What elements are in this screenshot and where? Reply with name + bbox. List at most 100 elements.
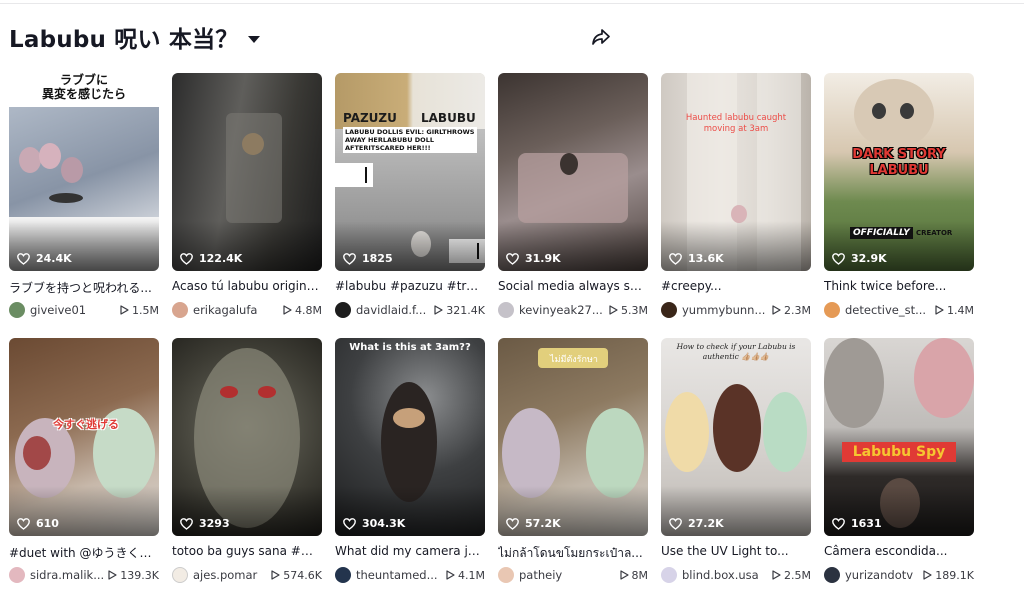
video-card[interactable]: 3293 totoo ba guys sana #m... ajes.pomar… <box>172 338 322 595</box>
avatar[interactable] <box>824 302 840 318</box>
like-count: 610 <box>17 517 59 530</box>
video-description[interactable]: ไม่กล้าโดนขโมยกระเป๋าล... <box>498 544 648 563</box>
caret-down-icon[interactable] <box>248 35 261 43</box>
like-count-value: 31.9K <box>525 252 561 265</box>
video-thumbnail[interactable]: ไม่มีตังรักษา 57.2K <box>498 338 648 536</box>
play-count-value: 139.3K <box>120 568 159 582</box>
like-count-value: 3293 <box>199 517 230 530</box>
author-name[interactable]: giveive01 <box>30 303 116 317</box>
avatar[interactable] <box>498 302 514 318</box>
play-count-value: 4.1M <box>458 568 485 582</box>
author-name[interactable]: patheiy <box>519 568 616 582</box>
video-meta: ajes.pomar 574.6K <box>172 567 322 583</box>
author-name[interactable]: theuntamed... <box>356 568 442 582</box>
video-thumbnail[interactable]: How to check if your Labubu is authentic… <box>661 338 811 536</box>
video-card[interactable]: Labubu Spy 1631 Câmera escondida... yuri… <box>824 338 974 595</box>
author-name[interactable]: detective_st... <box>845 303 931 317</box>
video-description[interactable]: Social media always sai... <box>498 279 648 293</box>
like-count: 1631 <box>832 517 882 530</box>
author-name[interactable]: kevinyeak27... <box>519 303 605 317</box>
thumbnail-caption: What is this at 3am?? <box>349 342 471 353</box>
video-meta: sidra.malik... 139.3K <box>9 567 159 583</box>
video-card[interactable]: Haunted labubu caught moving at 3am 13.6… <box>661 73 811 330</box>
play-outline-icon <box>434 305 443 315</box>
video-description[interactable]: Use the UV Light to... <box>661 544 811 558</box>
heart-outline-icon <box>506 252 519 265</box>
thumbnail-caption: ไม่มีตังรักษา <box>550 355 598 365</box>
video-meta: yurizandotv 189.1K <box>824 567 974 583</box>
play-count-value: 2.5M <box>784 568 811 582</box>
video-meta: erikagalufa 4.8M <box>172 302 322 318</box>
avatar[interactable] <box>661 567 677 583</box>
author-name[interactable]: ajes.pomar <box>193 568 267 582</box>
video-thumbnail[interactable]: PAZUZU LABUBU LABUBU DOLLIS EVIL: GIRLTH… <box>335 73 485 271</box>
video-thumbnail[interactable]: 今すぐ逃げる 610 <box>9 338 159 536</box>
avatar[interactable] <box>335 302 351 318</box>
play-count: 139.3K <box>108 569 159 582</box>
play-count-value: 4.8M <box>295 303 322 317</box>
heart-outline-icon <box>180 252 193 265</box>
video-thumbnail[interactable]: 31.9K <box>498 73 648 271</box>
video-description[interactable]: #creepy... <box>661 279 811 293</box>
avatar[interactable] <box>9 302 25 318</box>
author-name[interactable]: davidlaid.f... <box>356 303 430 317</box>
video-card[interactable]: ไม่มีตังรักษา 57.2K ไม่กล้าโดนขโมยกระเป๋… <box>498 338 648 595</box>
play-outline-icon <box>772 305 781 315</box>
heart-outline-icon <box>343 517 356 530</box>
avatar[interactable] <box>661 302 677 318</box>
video-card[interactable]: 122.4K Acaso tú labubu origina... erikag… <box>172 73 322 330</box>
video-thumbnail[interactable]: 3293 <box>172 338 322 536</box>
author-name[interactable]: blind.box.usa <box>682 568 768 582</box>
video-thumbnail[interactable]: ラブブに 異変を感じたら 24.4K <box>9 73 159 271</box>
heart-outline-icon <box>832 252 845 265</box>
author-name[interactable]: sidra.malik... <box>30 568 104 582</box>
play-outline-icon <box>609 305 618 315</box>
like-count: 24.4K <box>17 252 72 265</box>
video-description[interactable]: totoo ba guys sana #m... <box>172 544 322 558</box>
heart-outline-icon <box>17 252 30 265</box>
play-count-value: 1.5M <box>132 303 159 317</box>
play-outline-icon <box>283 305 292 315</box>
avatar[interactable] <box>9 567 25 583</box>
author-name[interactable]: erikagalufa <box>193 303 279 317</box>
like-count: 1825 <box>343 252 393 265</box>
video-description[interactable]: #duet with @ゆうきくん... <box>9 544 159 561</box>
video-card[interactable]: PAZUZU LABUBU LABUBU DOLLIS EVIL: GIRLTH… <box>335 73 485 330</box>
video-description[interactable]: Acaso tú labubu origina... <box>172 279 322 293</box>
like-count-value: 13.6K <box>688 252 724 265</box>
play-count-value: 8M <box>631 568 649 582</box>
heart-outline-icon <box>506 517 519 530</box>
video-card[interactable]: 31.9K Social media always sai... kevinye… <box>498 73 648 330</box>
video-thumbnail[interactable]: Labubu Spy 1631 <box>824 338 974 536</box>
video-card[interactable]: DARK STORY LABUBU OFFICIALLY CREATOR 32.… <box>824 73 974 330</box>
video-card[interactable]: ラブブに 異変を感じたら 24.4K ラブブを持つと呪われる... giveiv… <box>9 73 159 330</box>
author-name[interactable]: yummybunn... <box>682 303 768 317</box>
author-name[interactable]: yurizandotv <box>845 568 919 582</box>
video-description[interactable]: #labubu #pazuzu #tren... <box>335 279 485 293</box>
heart-outline-icon <box>180 517 193 530</box>
like-count: 13.6K <box>669 252 724 265</box>
like-count-value: 610 <box>36 517 59 530</box>
video-description[interactable]: Think twice before... <box>824 279 974 293</box>
thumbnail-caption: ラブブに 異変を感じたら <box>41 73 126 101</box>
play-count-value: 574.6K <box>283 568 322 582</box>
video-thumbnail[interactable]: DARK STORY LABUBU OFFICIALLY CREATOR 32.… <box>824 73 974 271</box>
avatar[interactable] <box>172 567 188 583</box>
video-card[interactable]: 今すぐ逃げる 610 #duet with @ゆうきくん... sidra.ma… <box>9 338 159 595</box>
video-thumbnail[interactable]: What is this at 3am?? 304.3K <box>335 338 485 536</box>
video-thumbnail[interactable]: Haunted labubu caught moving at 3am 13.6… <box>661 73 811 271</box>
video-description[interactable]: Câmera escondida... <box>824 544 974 558</box>
avatar[interactable] <box>498 567 514 583</box>
top-divider <box>0 3 1024 4</box>
play-count: 1.4M <box>935 304 974 317</box>
avatar[interactable] <box>824 567 840 583</box>
video-thumbnail[interactable]: 122.4K <box>172 73 322 271</box>
avatar[interactable] <box>335 567 351 583</box>
video-description[interactable]: ラブブを持つと呪われる... <box>9 279 159 296</box>
video-description[interactable]: What did my camera jus... <box>335 544 485 558</box>
thumbnail-caption: DARK STORY LABUBU <box>852 147 946 178</box>
avatar[interactable] <box>172 302 188 318</box>
video-card[interactable]: How to check if your Labubu is authentic… <box>661 338 811 595</box>
share-arrow-icon[interactable] <box>590 26 612 48</box>
video-card[interactable]: What is this at 3am?? 304.3K What did my… <box>335 338 485 595</box>
